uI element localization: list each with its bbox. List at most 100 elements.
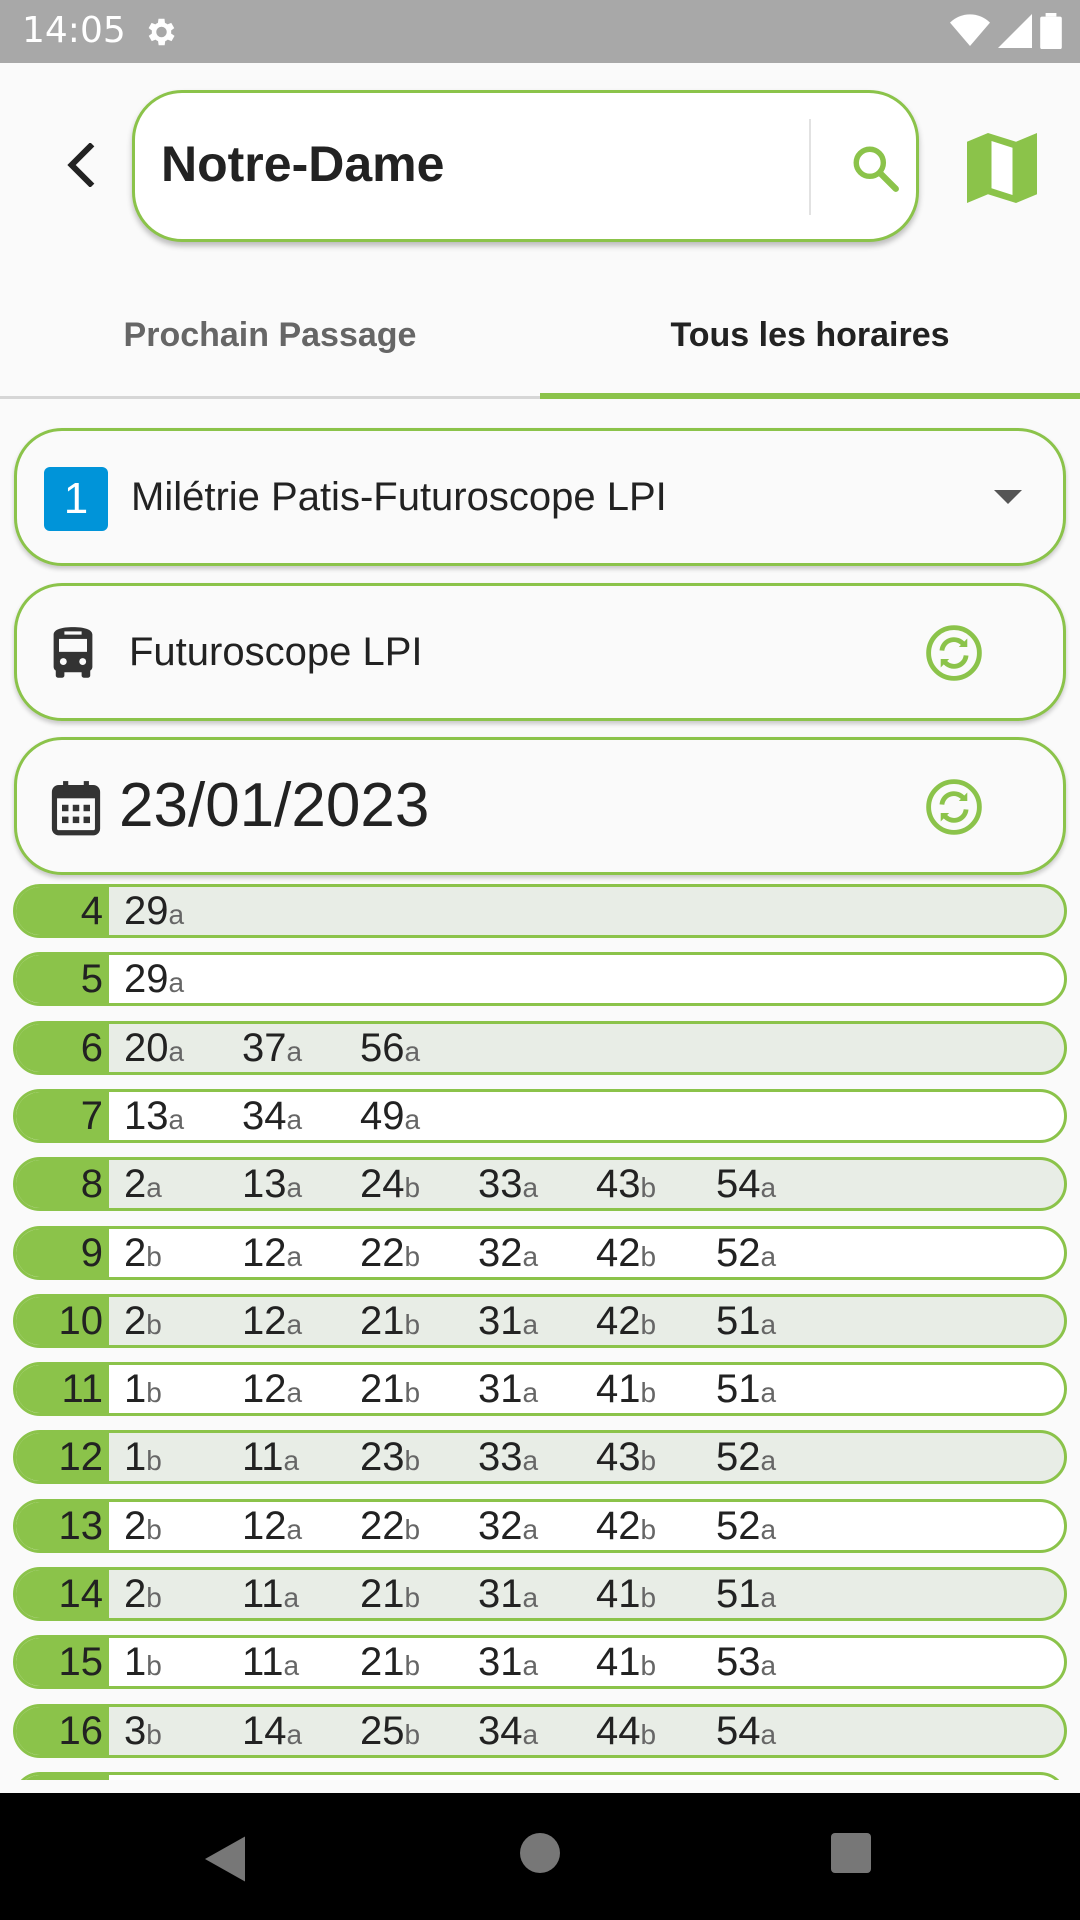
- tab-tous-les-horaires[interactable]: Tous les horaires: [540, 300, 1080, 370]
- timetable-row: 5 29a: [13, 952, 1067, 1006]
- timetable-row: 11 1b 12a 21b 31a 41b 51a: [13, 1362, 1067, 1416]
- map-icon[interactable]: [960, 126, 1044, 210]
- departure-variant: a: [286, 1719, 303, 1750]
- departure-variant: b: [404, 1241, 421, 1272]
- departure-time: 24b: [360, 1160, 420, 1208]
- timetable-row: 8 2a 13a 24b 33a 43b 54a: [13, 1157, 1067, 1211]
- departure-variant: a: [760, 1241, 777, 1272]
- cell-signal-icon: [998, 14, 1032, 48]
- tab-prochain-passage[interactable]: Prochain Passage: [0, 300, 540, 370]
- departure-minute: 11: [242, 1640, 284, 1684]
- departure-variant: b: [146, 1650, 162, 1681]
- line-badge: 1: [44, 467, 108, 531]
- departure-minute: 2: [124, 1299, 147, 1343]
- departure-minute: 14: [242, 1709, 287, 1753]
- departure-time: 44b: [596, 1707, 656, 1755]
- departure-time: 53a: [716, 1638, 776, 1686]
- departure-minute: 37: [242, 1026, 287, 1070]
- departure-time: 25b: [360, 1707, 420, 1755]
- search-input[interactable]: Notre-Dame: [161, 135, 444, 193]
- departure-time: 51a: [716, 1570, 776, 1618]
- timetable-hour: 8: [16, 1160, 109, 1208]
- settings-gear-icon: [148, 18, 175, 46]
- departure-variant: b: [640, 1719, 657, 1750]
- departure-time: 52a: [716, 1502, 776, 1550]
- timetable-row: 7 13a 34a 49a: [13, 1089, 1067, 1143]
- reset-date-icon[interactable]: [925, 778, 983, 836]
- departure-time: 42b: [596, 1502, 656, 1550]
- departure-minute: 32: [478, 1231, 523, 1275]
- departure-time: 41b: [596, 1365, 656, 1413]
- departure-variant: a: [522, 1377, 539, 1408]
- departure-variant: a: [522, 1514, 539, 1545]
- direction-selector[interactable]: Futuroscope LPI: [14, 583, 1066, 721]
- departure-minute: 2: [124, 1504, 147, 1548]
- departure-variant: b: [640, 1514, 657, 1545]
- departure-time: 12a: [242, 1229, 302, 1277]
- departure-variant: b: [404, 1172, 421, 1203]
- system-nav-bar: [0, 1793, 1080, 1920]
- departure-time: 12a: [242, 1297, 302, 1345]
- departure-variant: b: [404, 1719, 421, 1750]
- departure-time: 33a: [478, 1160, 538, 1208]
- timetable-hour: 15: [16, 1638, 109, 1686]
- departure-time: 13a: [124, 1092, 184, 1140]
- line-selector[interactable]: 1 Milétrie Patis-Futuroscope LPI: [14, 428, 1066, 566]
- date-selector[interactable]: 23/01/2023: [14, 737, 1066, 875]
- departure-time: 31a: [478, 1570, 538, 1618]
- departure-minute: 12: [242, 1504, 287, 1548]
- timetable-row: 16 3b 14a 25b 34a 44b 54a: [13, 1704, 1067, 1758]
- nav-recent-icon[interactable]: [831, 1833, 871, 1873]
- swap-direction-icon[interactable]: [925, 624, 983, 682]
- back-button[interactable]: [50, 135, 110, 195]
- date-value: 23/01/2023: [119, 771, 430, 840]
- departure-time: 41b: [596, 1638, 656, 1686]
- departure-minute: 2: [124, 1572, 147, 1616]
- departure-minute: 12: [242, 1299, 287, 1343]
- departure-minute: 54: [716, 1162, 761, 1206]
- departure-minute: 21: [360, 1572, 405, 1616]
- departure-variant: b: [640, 1582, 657, 1613]
- departure-variant: b: [404, 1514, 421, 1545]
- departure-minute: 43: [596, 1162, 641, 1206]
- stop-search-box[interactable]: Notre-Dame: [132, 90, 919, 242]
- departure-time: 12a: [242, 1365, 302, 1413]
- departure-time: 52a: [716, 1229, 776, 1277]
- departure-variant: b: [640, 1172, 657, 1203]
- departure-time: 29a: [124, 955, 184, 1003]
- departure-minute: 51: [716, 1299, 761, 1343]
- departure-variant: a: [760, 1514, 777, 1545]
- departure-variant: a: [760, 1377, 777, 1408]
- departure-variant: b: [146, 1309, 162, 1340]
- departure-time: 2b: [124, 1297, 162, 1345]
- timetable-row-partial: [13, 1772, 1067, 1780]
- timetable-hour: 9: [16, 1229, 109, 1277]
- departure-minute: 29: [124, 889, 169, 933]
- wifi-icon: [950, 14, 990, 46]
- departure-minute: 54: [716, 1709, 761, 1753]
- nav-back-icon[interactable]: [200, 1833, 250, 1885]
- departure-minute: 1: [124, 1367, 147, 1411]
- departure-time: 22b: [360, 1229, 420, 1277]
- departure-minute: 33: [478, 1435, 523, 1479]
- departure-time: 11a: [242, 1638, 299, 1686]
- departure-minute: 52: [716, 1231, 761, 1275]
- departure-minute: 24: [360, 1162, 405, 1206]
- departure-time: 3b: [124, 1707, 162, 1755]
- departure-minute: 23: [360, 1435, 405, 1479]
- departure-minute: 32: [478, 1504, 523, 1548]
- departure-variant: b: [640, 1445, 657, 1476]
- timetable-row: 13 2b 12a 22b 32a 42b 52a: [13, 1499, 1067, 1553]
- nav-home-icon[interactable]: [520, 1833, 560, 1873]
- search-button[interactable]: [835, 123, 915, 213]
- departure-time: 54a: [716, 1707, 776, 1755]
- departure-minute: 29: [124, 957, 169, 1001]
- departure-minute: 31: [478, 1640, 523, 1684]
- departure-minute: 21: [360, 1640, 405, 1684]
- departure-minute: 25: [360, 1709, 405, 1753]
- departure-minute: 43: [596, 1435, 641, 1479]
- timetable-hour: 14: [16, 1570, 109, 1618]
- timetable-list[interactable]: 4 29a 5 29a 6 20a 37a 56a 7 13a 34a 49a 8 2a 13a 24b 33a…: [0, 884, 1080, 1780]
- departure-variant: b: [640, 1309, 657, 1340]
- departure-time: 43b: [596, 1160, 656, 1208]
